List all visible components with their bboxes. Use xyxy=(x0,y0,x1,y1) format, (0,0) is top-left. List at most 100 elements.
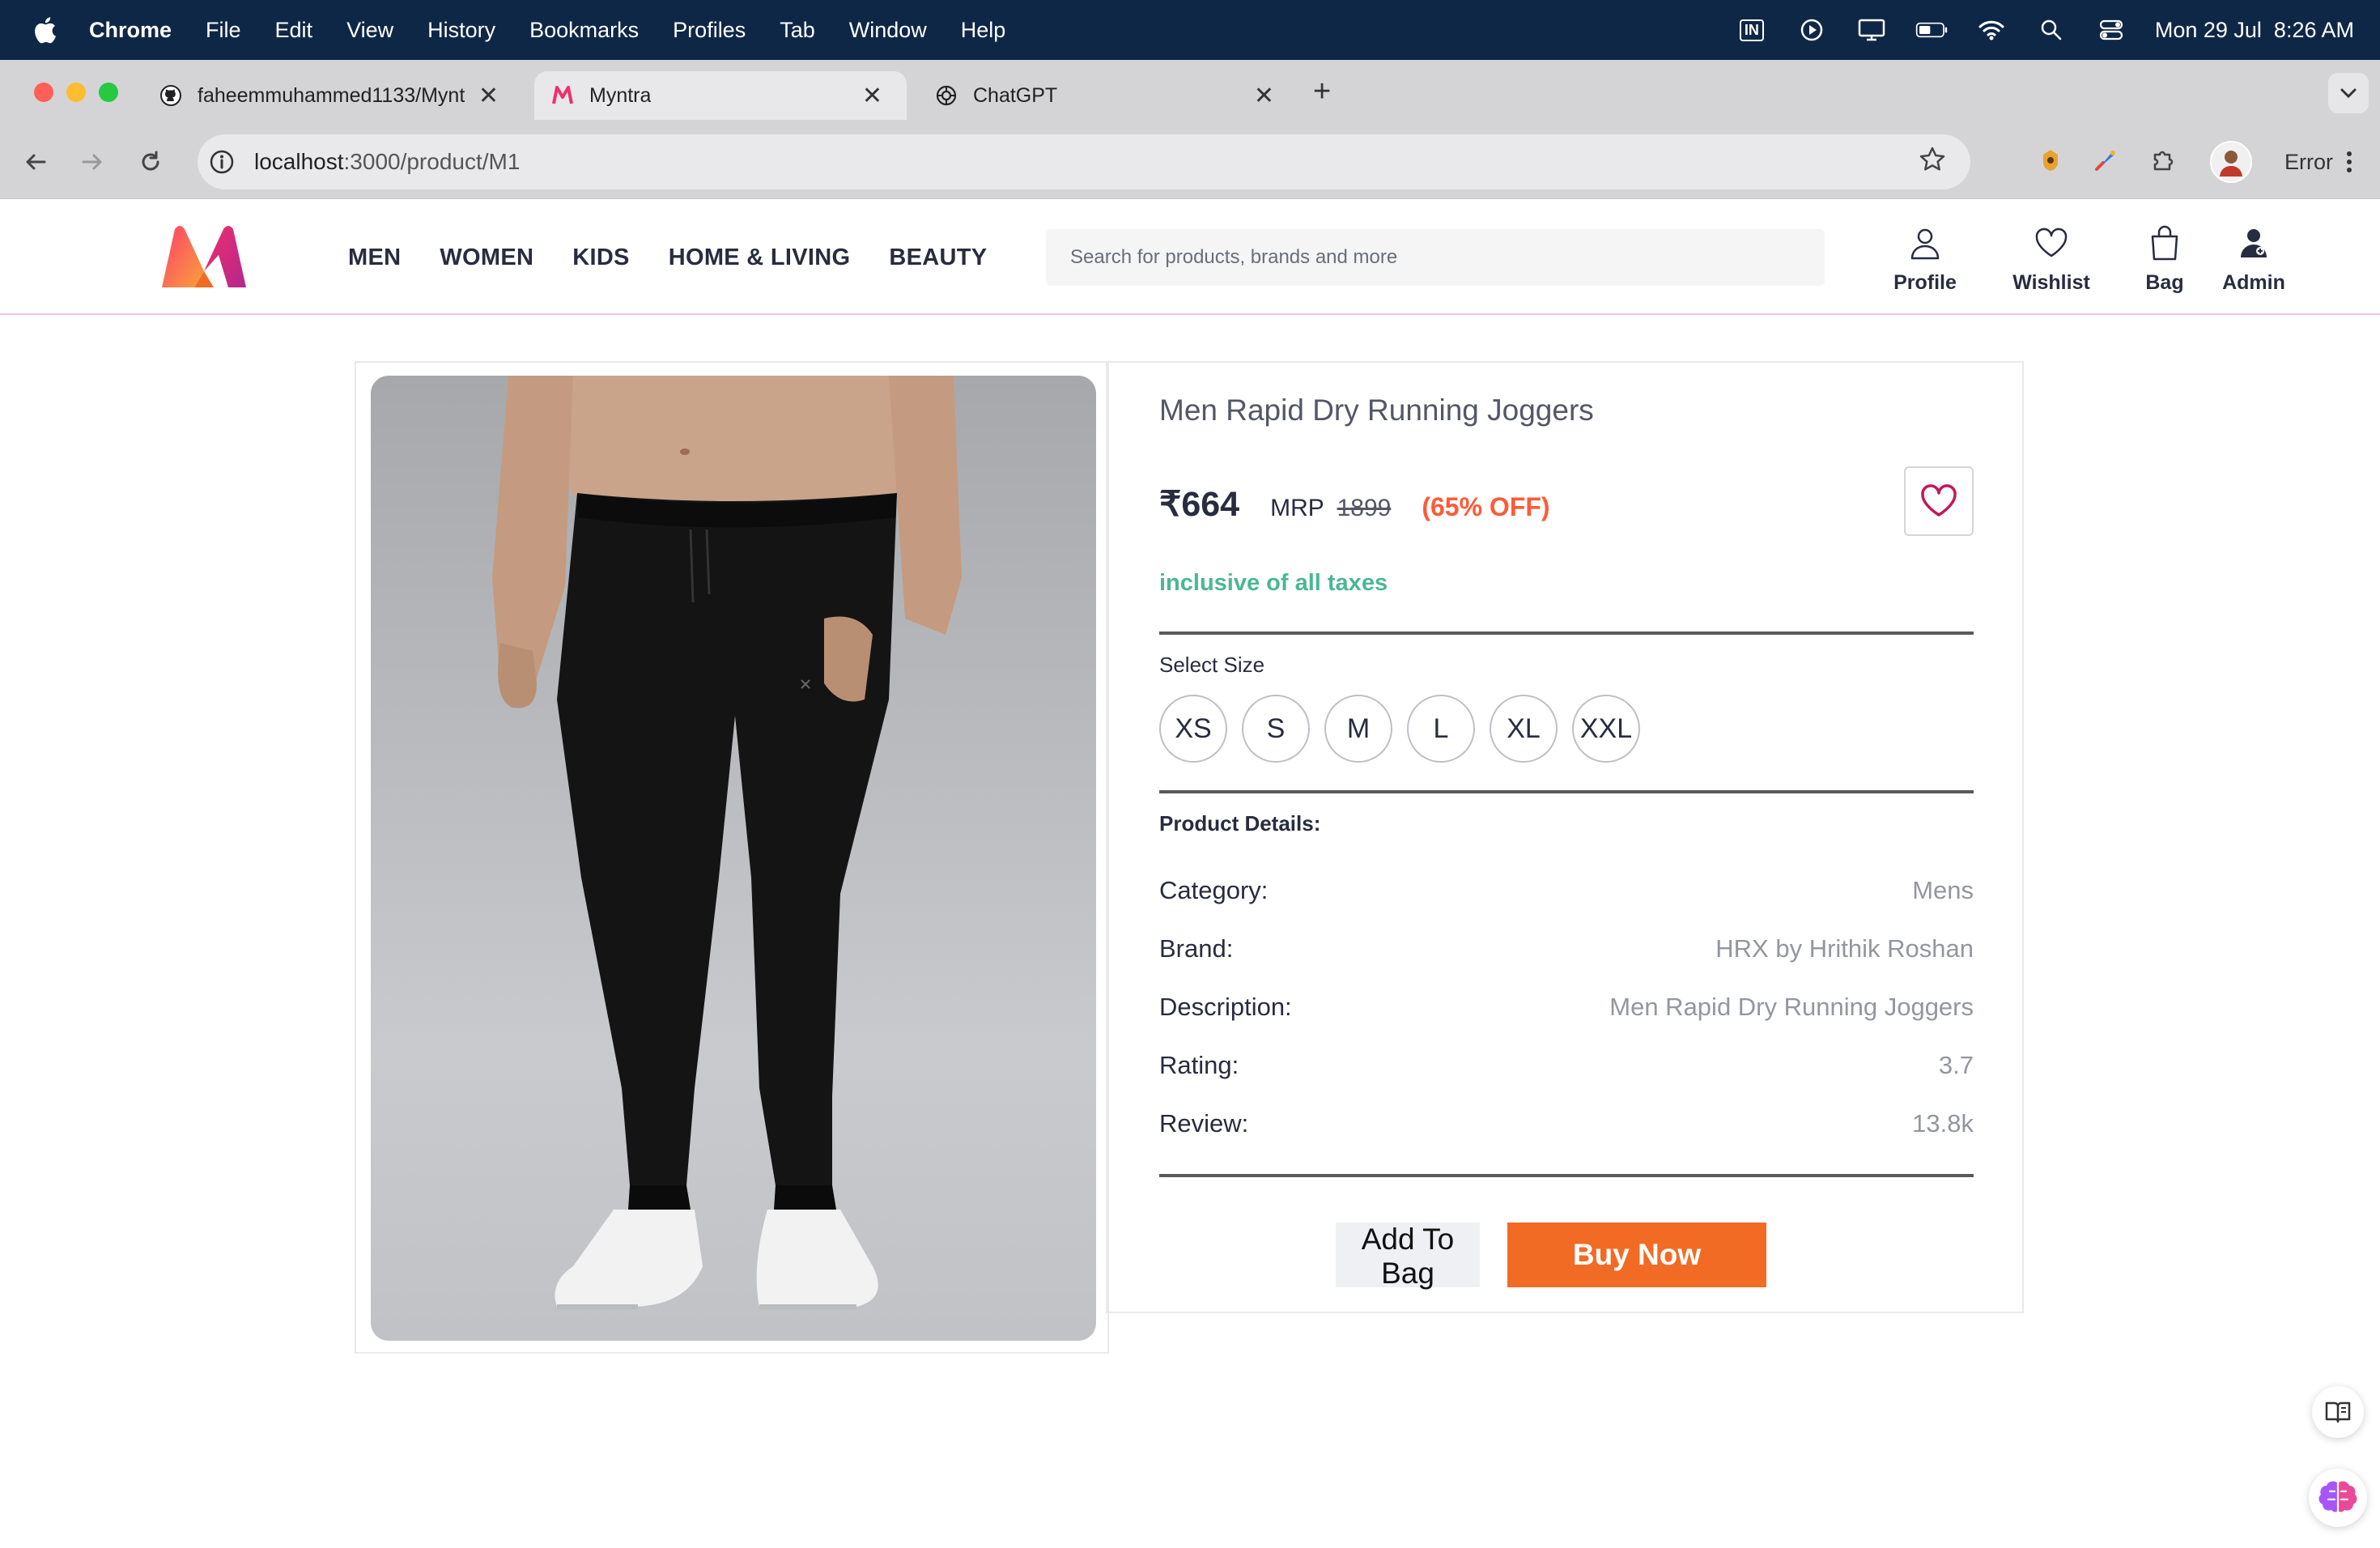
admin-action[interactable]: Admin xyxy=(2215,223,2293,295)
address-url[interactable]: localhost:3000/product/M1 xyxy=(254,149,520,175)
browser-tab-strip: faheemmuhammed1133/Myntra ✕ Myntra ✕ Cha… xyxy=(0,60,2380,125)
forward-arrow-icon[interactable] xyxy=(74,144,110,180)
myntra-logo[interactable] xyxy=(159,223,249,291)
menubar-item-profiles[interactable]: Profiles xyxy=(673,18,746,43)
detail-value: Mens xyxy=(1912,876,1974,904)
detail-row-brand: Brand: HRX by Hrithik Roshan xyxy=(1159,934,1974,963)
size-option-l[interactable]: L xyxy=(1407,695,1475,763)
category-nav: MEN WOMEN KIDS HOME & LIVING BEAUTY xyxy=(348,200,987,315)
detail-row-review: Review: 13.8k xyxy=(1159,1109,1974,1138)
brain-icon xyxy=(2318,1481,2357,1514)
heart-icon xyxy=(1921,484,1957,517)
menubar-item-history[interactable]: History xyxy=(427,18,495,43)
detail-key: Brand: xyxy=(1159,934,1234,963)
size-option-xs[interactable]: XS xyxy=(1159,695,1227,763)
url-path: :3000/product/M1 xyxy=(343,149,521,174)
detail-value: Men Rapid Dry Running Joggers xyxy=(1609,993,1974,1021)
zoom-window-button[interactable] xyxy=(99,83,118,102)
menubar-item-tab[interactable]: Tab xyxy=(780,18,815,43)
menubar-clock[interactable]: Mon 29 Jul 8:26 AM xyxy=(2155,18,2354,43)
product-price: ₹664 xyxy=(1159,485,1240,524)
buy-now-button[interactable]: Buy Now xyxy=(1507,1223,1766,1287)
bookmark-star-icon[interactable] xyxy=(1919,146,1946,177)
browser-tab-chatgpt[interactable]: ChatGPT ✕ xyxy=(934,71,1290,120)
search-box xyxy=(1046,229,1825,286)
nav-link-kids[interactable]: KIDS xyxy=(572,245,630,271)
display-icon[interactable] xyxy=(1855,14,1888,46)
divider xyxy=(1159,632,1974,635)
size-selector: XS S M L XL XXL xyxy=(1159,695,1640,763)
profile-avatar[interactable] xyxy=(2210,141,2252,183)
spotlight-search-icon[interactable] xyxy=(2035,14,2068,46)
browser-tab-myntra[interactable]: Myntra ✕ xyxy=(534,71,907,120)
reader-mode-button[interactable] xyxy=(2312,1386,2364,1438)
size-option-xxl[interactable]: XXL xyxy=(1572,695,1640,763)
detail-row-rating: Rating: 3.7 xyxy=(1159,1051,1974,1080)
menubar-item-file[interactable]: File xyxy=(206,18,241,43)
mrp-label: MRP xyxy=(1270,495,1324,521)
apple-icon[interactable] xyxy=(32,16,57,44)
tab-title: ChatGPT xyxy=(973,83,1058,107)
wishlist-action[interactable]: Wishlist xyxy=(1988,223,2114,295)
detail-key: Description: xyxy=(1159,993,1292,1021)
menubar-item-edit[interactable]: Edit xyxy=(275,18,313,43)
nav-link-home-living[interactable]: HOME & LIVING xyxy=(669,245,851,271)
profile-label: Profile xyxy=(1893,271,1957,294)
menubar-item-bookmarks[interactable]: Bookmarks xyxy=(529,18,639,43)
close-window-button[interactable] xyxy=(34,83,53,102)
minimize-window-button[interactable] xyxy=(66,83,86,102)
admin-icon xyxy=(2239,223,2268,263)
detail-key: Review: xyxy=(1159,1109,1249,1138)
product-image-card xyxy=(355,361,1109,1354)
menubar-item-view[interactable]: View xyxy=(346,18,393,43)
kebab-menu-icon xyxy=(2347,151,2352,172)
nav-link-men[interactable]: MEN xyxy=(348,245,401,271)
detail-key: Rating: xyxy=(1159,1051,1239,1079)
browser-tab-github[interactable]: faheemmuhammed1133/Myntra ✕ xyxy=(159,71,515,120)
bag-action[interactable]: Bag xyxy=(2114,223,2215,295)
back-arrow-icon[interactable] xyxy=(18,144,53,180)
menubar-item-window[interactable]: Window xyxy=(849,18,927,43)
product-image[interactable] xyxy=(371,376,1096,1341)
battery-icon[interactable] xyxy=(1915,14,1948,46)
divider xyxy=(1159,790,1974,793)
input-source-icon[interactable]: IN xyxy=(1736,14,1768,46)
play-icon[interactable] xyxy=(1796,14,1828,46)
browser-toolbar: localhost:3000/product/M1 Error xyxy=(0,125,2380,199)
site-info-icon[interactable] xyxy=(206,146,238,178)
close-tab-icon[interactable]: ✕ xyxy=(478,82,499,110)
close-tab-icon[interactable]: ✕ xyxy=(1254,82,1274,110)
menubar-item-help[interactable]: Help xyxy=(961,18,1006,43)
discount-badge: (65% OFF) xyxy=(1422,492,1550,521)
chevron-down-icon xyxy=(2340,88,2357,99)
wifi-icon[interactable] xyxy=(1975,14,2008,46)
size-option-m[interactable]: M xyxy=(1324,695,1392,763)
nav-link-women[interactable]: WOMEN xyxy=(440,245,533,271)
ai-assistant-button[interactable] xyxy=(2309,1469,2367,1527)
add-to-bag-button[interactable]: Add To Bag xyxy=(1336,1223,1480,1290)
close-tab-icon[interactable]: ✕ xyxy=(862,82,882,110)
profile-error-button[interactable]: Error xyxy=(2284,150,2352,175)
address-bar[interactable]: localhost:3000/product/M1 xyxy=(198,134,1970,189)
extension-icon-2[interactable] xyxy=(2093,148,2118,176)
detail-value: 13.8k xyxy=(1912,1109,1974,1138)
extension-icon-1[interactable] xyxy=(2040,148,2061,176)
search-input[interactable] xyxy=(1070,246,1783,269)
tab-search-button[interactable] xyxy=(2328,73,2369,113)
control-center-icon[interactable] xyxy=(2095,14,2127,46)
reload-icon[interactable] xyxy=(133,144,168,180)
myntra-icon xyxy=(550,83,575,108)
size-option-xl[interactable]: XL xyxy=(1490,695,1558,763)
wishlist-button[interactable] xyxy=(1904,466,1974,536)
chatgpt-icon xyxy=(934,83,958,108)
url-host: localhost xyxy=(254,149,344,174)
size-option-s[interactable]: S xyxy=(1242,695,1310,763)
extensions-puzzle-icon[interactable] xyxy=(2150,147,2178,178)
product-title: Men Rapid Dry Running Joggers xyxy=(1159,393,1594,427)
nav-link-beauty[interactable]: BEAUTY xyxy=(889,245,987,271)
new-tab-button[interactable]: + xyxy=(1313,74,1331,109)
menubar-app-name[interactable]: Chrome xyxy=(89,18,172,43)
profile-action[interactable]: Profile xyxy=(1862,223,1988,295)
detail-value: HRX by Hrithik Roshan xyxy=(1715,934,1974,963)
tab-title: faheemmuhammed1133/Myntra xyxy=(198,83,465,107)
